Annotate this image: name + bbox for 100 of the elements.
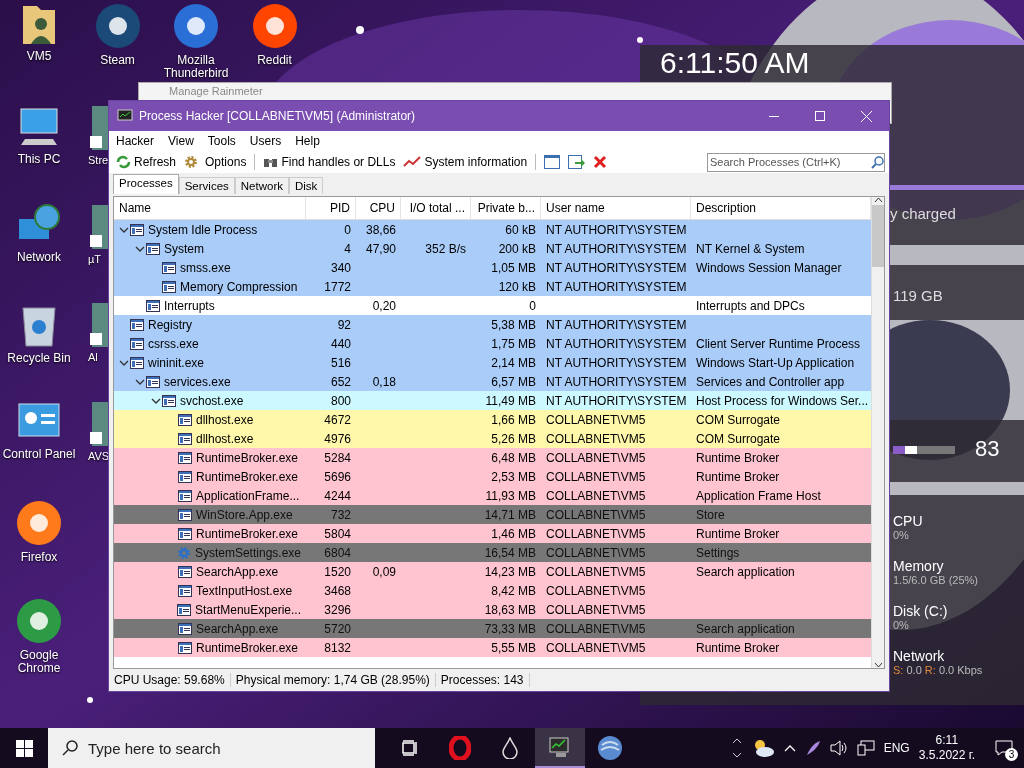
taskbar-app-button[interactable] <box>535 728 585 768</box>
process-row[interactable]: Memory Compression 1772 120 kB NT AUTHORITY\SYSTEM <box>114 277 871 296</box>
desktop-icon-label[interactable]: This PC <box>1 152 77 166</box>
process-row[interactable]: smss.exe 340 1,05 MB NT AUTHORITY\SYSTEM Windows Session Manager <box>114 258 871 277</box>
menu-item[interactable]: Hacker <box>109 134 161 148</box>
feather-icon[interactable] <box>804 740 821 756</box>
desktop-icon-label[interactable]: Mozilla Thunderbird <box>158 54 234 80</box>
desktop-icon-label[interactable]: Al <box>88 351 108 363</box>
desktop-icon-label[interactable]: µT <box>88 252 108 265</box>
table-cell: 1,46 MB <box>491 526 536 541</box>
tab[interactable]: Services <box>178 177 235 194</box>
table-cell: 4 <box>344 241 351 256</box>
table-cell: 11,93 MB <box>485 488 536 503</box>
menu-item[interactable]: Users <box>242 134 289 148</box>
scrollbar-thumb[interactable] <box>872 205 884 267</box>
desktop-icon-label[interactable]: Steam <box>79 54 156 67</box>
chevron-up-icon[interactable] <box>783 744 796 752</box>
desktop-icon-label[interactable]: Recycle Bin <box>1 351 77 365</box>
process-row[interactable]: System 4 47,90 352 B/s 200 kB NT AUTHORITY\SYSTEM NT Kernel & System <box>114 239 871 258</box>
table-cell: NT AUTHORITY\SYSTEM <box>546 260 687 275</box>
start-icon[interactable] <box>15 739 33 757</box>
menu-item[interactable]: Tools <box>200 134 243 148</box>
speaker-icon[interactable] <box>829 740 848 756</box>
process-row[interactable]: wininit.exe 516 2,14 MB NT AUTHORITY\SYSTEM Windows Start-Up Application <box>114 353 871 372</box>
table-cell: smss.exe <box>180 260 231 275</box>
table-cell: 1,66 MB <box>491 412 536 427</box>
desktop-icon-label[interactable]: AVS <box>88 449 110 462</box>
process-row[interactable]: RuntimeBroker.exe 8132 5,55 MB COLLABNET\VM5 Runtime Broker <box>114 638 871 657</box>
taskbar-search-field[interactable]: Type here to search <box>48 728 375 768</box>
process-row[interactable]: TextInputHost.exe 3468 8,42 MB COLLABNET\VM5 <box>114 581 871 600</box>
window-icon[interactable] <box>544 155 561 169</box>
process-row[interactable]: StartMenuExperie... 3296 18,63 MB COLLABNET\VM5 <box>114 600 871 619</box>
desktop-icon-label[interactable]: Google Chrome <box>1 649 77 675</box>
desktop-icon-label[interactable]: VM5 <box>1 50 77 63</box>
table-cell: 2,14 MB <box>491 355 536 370</box>
process-row[interactable]: SearchApp.exe 1520 0,09 14,23 MB COLLABNET\VM5 Search application <box>114 562 871 581</box>
app-window-icon <box>130 337 144 350</box>
table-cell: 652 <box>330 374 351 389</box>
column-header[interactable]: Private b... <box>471 197 541 219</box>
table-cell: Host Process for Windows Ser... <box>696 393 869 408</box>
desktop-icon-label[interactable]: Reddit <box>236 54 313 67</box>
desktop-icon-label[interactable]: Control Panel <box>1 448 77 461</box>
desktop-icon-label[interactable]: Network <box>1 251 77 264</box>
process-row[interactable]: dllhost.exe 4672 1,66 MB COLLABNET\VM5 COM Surrogate <box>114 410 871 429</box>
toolbar-button[interactable]: Find handles or DLLs <box>260 154 399 170</box>
search-field[interactable]: Search Processes (Ctrl+K) <box>707 152 885 172</box>
process-row[interactable]: RuntimeBroker.exe 5696 2,53 MB COLLABNET\VM5 Runtime Broker <box>114 467 871 486</box>
clock-text: 6:11:50 AM <box>660 46 810 80</box>
menu-item[interactable]: Help <box>288 134 327 148</box>
network-icon[interactable] <box>856 740 875 756</box>
column-header[interactable]: Name <box>114 197 306 219</box>
process-row[interactable]: RuntimeBroker.exe 5804 1,46 MB COLLABNET\VM5 Runtime Broker <box>114 524 871 543</box>
column-header[interactable]: I/O total ... <box>401 197 471 219</box>
process-row[interactable]: WinStore.App.exe 732 14,71 MB COLLABNET\VM5 Store <box>114 505 871 524</box>
process-row[interactable]: SearchApp.exe 5720 73,33 MB COLLABNET\VM5 Search application <box>114 619 871 638</box>
toolbar-button[interactable]: Options <box>181 154 250 170</box>
tab[interactable]: Disk <box>289 177 324 194</box>
scroll-up-icon[interactable] <box>873 197 883 203</box>
app-window-icon <box>178 413 192 426</box>
menu-item[interactable]: View <box>161 134 201 148</box>
process-row[interactable]: dllhost.exe 4976 5,26 MB COLLABNET\VM5 COM Surrogate <box>114 429 871 448</box>
close-icon[interactable] <box>593 155 608 169</box>
taskbar-clock[interactable]: 6:11 3.5.2022 г. <box>918 733 975 763</box>
column-header[interactable]: User name <box>541 197 691 219</box>
app-window-icon <box>146 375 160 388</box>
chevron-icon[interactable] <box>135 377 145 386</box>
process-row[interactable]: SystemSettings.exe 6804 16,54 MB COLLABNET\VM5 Settings <box>114 543 871 562</box>
process-row[interactable]: csrss.exe 440 1,75 MB NT AUTHORITY\SYSTEM Client Server Runtime Process <box>114 334 871 353</box>
app-window-icon <box>178 470 192 483</box>
toolbar-button[interactable]: System information <box>400 154 531 170</box>
desktop-icon-label[interactable]: Firefox <box>1 550 77 564</box>
process-row[interactable]: Registry 92 5,38 MB NT AUTHORITY\SYSTEM <box>114 315 871 334</box>
stat-value: 0% <box>893 529 910 541</box>
column-header[interactable]: PID <box>306 197 356 219</box>
table-cell: COLLABNET\VM5 <box>546 583 646 598</box>
table-cell: COLLABNET\VM5 <box>546 564 646 579</box>
process-row[interactable]: ApplicationFrame... 4244 11,93 MB COLLABNET\VM5 Application Frame Host <box>114 486 871 505</box>
table-cell: SystemSettings.exe <box>194 545 301 560</box>
table-cell: SearchApp.exe <box>196 564 279 579</box>
scroll-down-icon[interactable] <box>873 662 883 668</box>
toolbar-button[interactable]: Refresh <box>113 154 180 170</box>
language-indicator[interactable]: ENG <box>883 741 910 755</box>
table-cell: Store <box>696 507 725 522</box>
chevron-icon[interactable] <box>119 358 129 367</box>
chevron-icon[interactable] <box>119 225 129 234</box>
maximize-icon[interactable] <box>815 111 825 121</box>
minimize-icon[interactable] <box>769 115 779 117</box>
tab[interactable]: Network <box>234 177 289 194</box>
chevron-icon[interactable] <box>151 396 161 405</box>
column-header[interactable]: CPU <box>356 197 401 219</box>
table-cell: NT AUTHORITY\SYSTEM <box>546 279 687 294</box>
process-row[interactable]: System Idle Process 0 38,66 60 kB NT AUTHORITY\SYSTEM <box>114 220 871 239</box>
chevron-icon[interactable] <box>135 244 145 253</box>
desktop-icon-label[interactable]: Stre <box>88 154 109 166</box>
table-cell: 200 kB <box>498 241 536 256</box>
process-row[interactable]: services.exe 652 0,18 6,57 MB NT AUTHORITY\SYSTEM Services and Controller app <box>114 372 871 391</box>
process-row[interactable]: svchost.exe 800 11,49 MB NT AUTHORITY\SYSTEM Host Process for Windows Ser... <box>114 391 871 410</box>
message-icon[interactable] <box>995 740 1013 756</box>
tab[interactable]: Processes <box>113 174 179 194</box>
process-row[interactable]: RuntimeBroker.exe 5284 6,48 MB COLLABNET\VM5 Runtime Broker <box>114 448 871 467</box>
